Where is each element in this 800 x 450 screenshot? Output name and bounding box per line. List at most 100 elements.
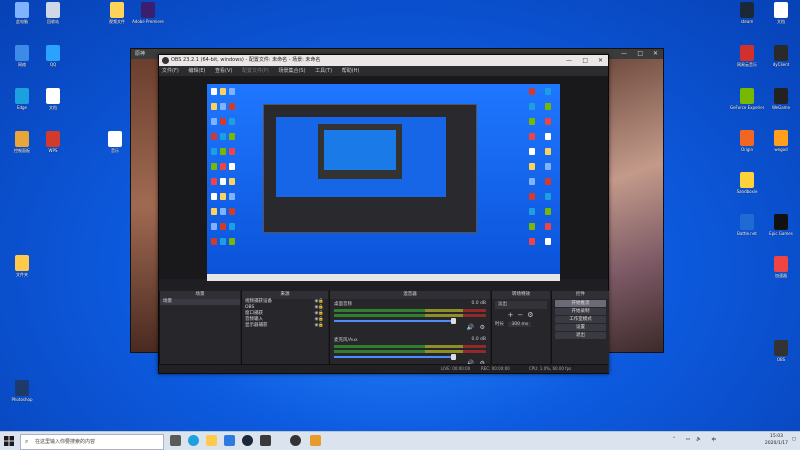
obs-taskbar-icon[interactable]: [290, 435, 301, 446]
left-desktop-icon[interactable]: 网络: [5, 45, 39, 67]
right-desktop-icon[interactable]: GeForce Experience: [730, 88, 764, 110]
captured-desktop-icon: [545, 103, 551, 110]
left-desktop-icon[interactable]: 回收站: [36, 2, 70, 24]
captured-desktop-icon: [220, 148, 226, 155]
studio-mode-button[interactable]: 工作室模式: [555, 316, 606, 323]
settings-button[interactable]: 设置: [555, 324, 606, 331]
right-desktop-icon[interactable]: Origin: [730, 130, 764, 152]
app-taskbar-icon[interactable]: [260, 435, 271, 446]
gear-icon[interactable]: ⚙: [480, 324, 485, 331]
task-view-icon[interactable]: [170, 435, 181, 446]
menu-edit[interactable]: 编辑(E): [188, 68, 205, 74]
right-desktop-icon[interactable]: Sandboxie: [730, 172, 764, 194]
duration-input[interactable]: 300 ms: [508, 322, 532, 327]
right-desktop-icon[interactable]: wegod: [764, 130, 798, 152]
menu-profile[interactable]: 配置文件(P): [242, 68, 269, 74]
obs-titlebar[interactable]: OBS 23.2.1 (64-bit, windows) - 配置文件: 未命名…: [159, 55, 608, 66]
app-icon: [110, 2, 124, 18]
game-taskbar-icon[interactable]: [310, 435, 321, 446]
app-icon: [15, 380, 29, 396]
right-desktop-icon[interactable]: Battle.net: [730, 214, 764, 236]
captured-desktop-icon: [220, 88, 226, 95]
left-desktop-icon[interactable]: QQ: [36, 45, 70, 67]
scene-item[interactable]: 场景: [160, 299, 240, 305]
maximize-icon[interactable]: □: [582, 55, 588, 66]
left-desktop-icon[interactable]: Edge: [5, 88, 39, 110]
taskbar-search-box[interactable]: ⌕ 在这里输入你要搜索的内容: [20, 434, 164, 450]
menu-file[interactable]: 文件(F): [162, 68, 179, 74]
transition-select[interactable]: 淡出: [495, 301, 547, 309]
search-icon: ⌕: [25, 438, 29, 445]
desktop-icon-label: 网易云音乐: [737, 62, 757, 67]
captured-desktop-icon: [545, 148, 551, 155]
left-desktop-icon[interactable]: 音乐: [98, 131, 132, 153]
minimize-icon[interactable]: —: [621, 49, 627, 59]
edge-taskbar-icon[interactable]: [188, 435, 199, 446]
app-icon: [15, 255, 29, 271]
volume-slider[interactable]: [334, 354, 456, 360]
left-desktop-icon[interactable]: 文档: [36, 88, 70, 110]
remove-transition-icon[interactable]: −: [517, 311, 527, 319]
add-transition-icon[interactable]: +: [507, 311, 517, 319]
close-icon[interactable]: ✕: [598, 55, 603, 66]
volume-slider[interactable]: [334, 318, 456, 324]
windows-start-icon[interactable]: [4, 436, 14, 446]
search-placeholder: 在这里输入你要搜索的内容: [35, 439, 96, 445]
input-language[interactable]: 中: [712, 437, 717, 443]
speaker-icon[interactable]: 🔊: [467, 324, 474, 331]
maximize-icon[interactable]: □: [637, 49, 643, 59]
volume-icon[interactable]: 🔈: [696, 437, 702, 442]
preview-canvas[interactable]: [207, 84, 560, 281]
minimize-icon[interactable]: —: [566, 55, 572, 66]
menu-scene-collection[interactable]: 场景集合(S): [278, 68, 305, 74]
source-item[interactable]: 显示器捕获 ◉🔒: [242, 323, 328, 329]
close-icon[interactable]: ✕: [653, 49, 658, 59]
menu-help[interactable]: 帮助(H): [342, 68, 360, 74]
right-desktop-icon[interactable]: 网易云音乐: [730, 45, 764, 67]
desktop-icon-label: WPS: [48, 148, 58, 153]
captured-desktop-icon: [211, 148, 217, 155]
gear-icon[interactable]: ⚙: [527, 311, 537, 319]
left-desktop-icon[interactable]: 控制面板: [5, 131, 39, 153]
obs-menubar: 文件(F) 编辑(E) 查看(V) 配置文件(P) 场景集合(S) 工具(T) …: [159, 66, 608, 76]
exit-button[interactable]: 退出: [555, 332, 606, 339]
captured-desktop-icon: [529, 88, 535, 95]
app-icon: [740, 172, 754, 188]
notification-icon[interactable]: ▢: [792, 437, 796, 442]
right-desktop-icon[interactable]: dyClient: [764, 45, 798, 67]
desktop-icon-label: 文档: [49, 105, 57, 110]
captured-desktop-icon: [529, 103, 535, 110]
left-desktop-icon[interactable]: Photoshop: [5, 380, 39, 402]
start-streaming-button[interactable]: 开始推流: [555, 300, 606, 307]
captured-desktop-icon: [229, 208, 235, 215]
app-icon: [141, 2, 155, 18]
left-desktop-icon[interactable]: 视频文件: [100, 2, 134, 24]
start-recording-button[interactable]: 开始录制: [555, 308, 606, 315]
network-icon[interactable]: ▭: [686, 437, 690, 442]
right-desktop-icon[interactable]: WeGame: [764, 88, 798, 110]
file-explorer-taskbar-icon[interactable]: [206, 435, 217, 446]
obs-preview[interactable]: [159, 76, 608, 281]
left-desktop-icon[interactable]: WPS: [36, 131, 70, 153]
right-desktop-icon[interactable]: 文档: [764, 2, 798, 24]
obs-window[interactable]: OBS 23.2.1 (64-bit, windows) - 配置文件: 未命名…: [158, 54, 609, 374]
right-desktop-icon[interactable]: Epic Games: [764, 214, 798, 236]
left-desktop-icon[interactable]: 文件夹: [5, 255, 39, 277]
left-desktop-icon[interactable]: 此电脑: [5, 2, 39, 24]
channel-level: 0.0 dB: [471, 301, 486, 306]
tray-expand-icon[interactable]: ⌃: [672, 437, 676, 442]
clock[interactable]: 15:03 2020/1/17: [765, 433, 788, 447]
right-desktop-icon[interactable]: steam: [730, 2, 764, 24]
left-desktop-icon[interactable]: Adobe Premiere: [131, 2, 165, 24]
store-taskbar-icon[interactable]: [224, 435, 235, 446]
menu-tools[interactable]: 工具(T): [315, 68, 332, 74]
right-desktop-icon[interactable]: 加速器: [764, 256, 798, 278]
steam-taskbar-icon[interactable]: [242, 435, 253, 446]
captured-desktop-icon: [529, 133, 535, 140]
visibility-eye-icon[interactable]: ◉🔒: [314, 323, 324, 329]
desktop-icon-label: wegod: [774, 147, 788, 152]
captured-desktop-icon: [529, 238, 535, 245]
right-desktop-icon[interactable]: OBS: [764, 340, 798, 362]
captured-desktop-icon: [545, 178, 551, 185]
menu-view[interactable]: 查看(V): [215, 68, 232, 74]
